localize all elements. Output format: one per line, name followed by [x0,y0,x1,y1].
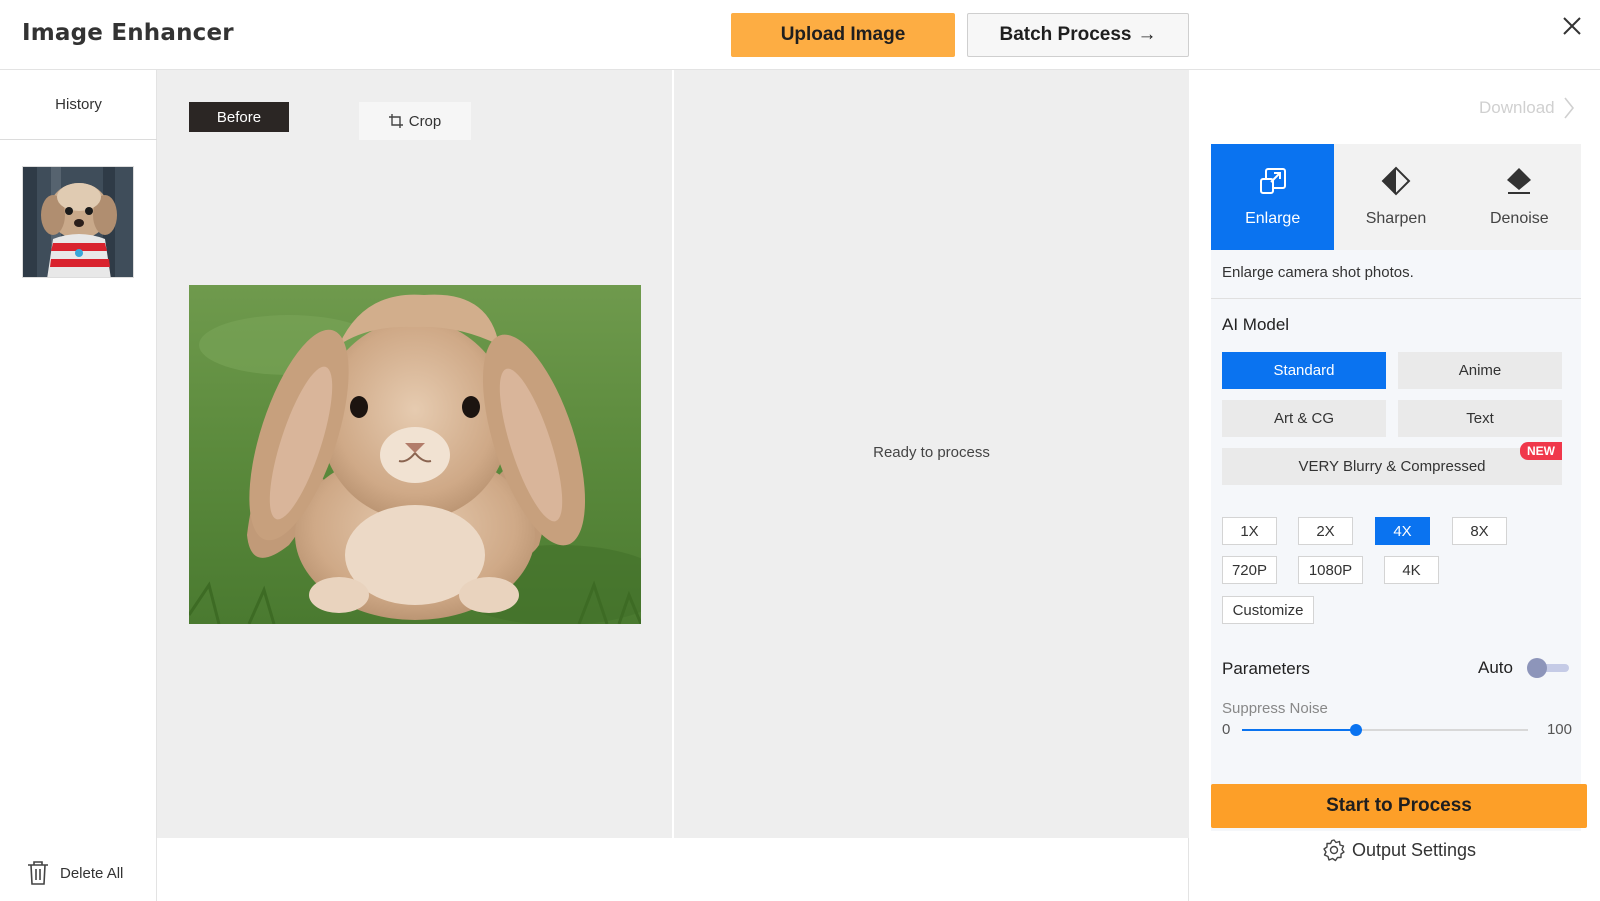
scale-4k-button[interactable]: 4K [1384,556,1439,584]
crop-button[interactable]: Crop [359,102,471,140]
header-bar: Image Enhancer Upload Image Batch Proces… [0,0,1600,70]
slider-handle[interactable] [1350,724,1363,736]
source-image [189,285,641,624]
slider-min-label: 0 [1222,721,1231,738]
auto-toggle-row: Auto [1478,658,1569,678]
chevron-right-icon [1563,97,1574,119]
auto-label: Auto [1478,658,1513,677]
gear-icon [1323,839,1345,862]
before-label: Before [189,102,289,132]
scale-720p-button[interactable]: 720P [1222,556,1277,584]
tab-sharpen[interactable]: Sharpen [1334,144,1457,250]
start-process-button[interactable]: Start to Process [1211,784,1587,828]
settings-panel: Download Enlarge Sharpen Denoise Enlarge… [1189,70,1600,901]
scale-2x-button[interactable]: 2X [1298,517,1353,545]
model-anime-button[interactable]: Anime [1398,352,1562,389]
ready-status: Ready to process [873,444,990,461]
dog-thumbnail-image [23,167,133,277]
app-window: Image Enhancer Upload Image Batch Proces… [0,0,1600,901]
before-preview-pane: Before Crop [157,70,672,838]
slider-fill [1242,729,1357,731]
divider [1211,298,1581,299]
model-art-cg-button[interactable]: Art & CG [1222,400,1386,437]
canvas-footer [157,838,1189,901]
tab-denoise[interactable]: Denoise [1458,144,1581,250]
batch-process-button[interactable]: Batch Process → [967,13,1189,57]
history-sidebar: History Delete All [0,70,157,901]
denoise-icon [1507,168,1532,194]
new-badge: NEW [1520,442,1562,460]
after-preview-pane: Ready to process [674,70,1189,838]
slider-track[interactable] [1242,724,1528,736]
delete-all-label: Delete All [60,864,124,882]
scale-1080p-button[interactable]: 1080P [1298,556,1363,584]
scale-4x-button[interactable]: 4X [1375,517,1430,545]
ai-model-label: AI Model [1222,315,1290,334]
tab-enlarge-label: Enlarge [1245,210,1301,227]
enlarge-icon [1259,168,1286,194]
model-very-blurry-button[interactable]: VERY Blurry & Compressed NEW [1222,442,1562,485]
output-settings-button[interactable]: Output Settings [1189,828,1600,872]
slider-max-label: 100 [1546,721,1572,738]
scale-8x-button[interactable]: 8X [1452,517,1507,545]
scale-1x-button[interactable]: 1X [1222,517,1277,545]
auto-toggle[interactable] [1527,658,1569,678]
sharpen-icon [1381,166,1411,196]
trash-icon [28,861,48,885]
model-standard-button[interactable]: Standard [1222,352,1386,389]
rabbit-image [189,285,641,624]
model-text-button[interactable]: Text [1398,400,1562,437]
output-settings-label: Output Settings [1351,839,1477,860]
app-title: Image Enhancer [22,20,234,46]
history-tab[interactable]: History [0,70,157,140]
toggle-knob [1527,658,1547,678]
crop-icon [388,114,403,128]
download-label: Download [1479,98,1555,117]
arrow-right-icon: → [1137,24,1157,45]
suppress-noise-slider: 0 100 [1222,718,1572,742]
close-icon[interactable] [1560,14,1584,38]
delete-all-button[interactable]: Delete All [26,860,123,886]
history-thumbnail[interactable] [22,166,134,278]
mode-tabs: Enlarge Sharpen Denoise [1211,144,1581,250]
mode-description: Enlarge camera shot photos. [1222,264,1414,281]
model-very-blurry-label: VERY Blurry & Compressed [1298,458,1486,475]
crop-label: Crop [408,112,442,130]
enlarge-settings: Enlarge camera shot photos. AI Model Sta… [1211,250,1581,831]
tab-sharpen-label: Sharpen [1365,210,1427,227]
suppress-noise-label: Suppress Noise [1222,700,1328,717]
upload-image-button[interactable]: Upload Image [731,13,955,57]
parameters-label: Parameters [1222,659,1310,678]
customize-button[interactable]: Customize [1222,596,1314,624]
batch-process-label: Batch Process [999,24,1132,45]
download-button[interactable]: Download [1479,96,1575,120]
tab-denoise-label: Denoise [1489,210,1549,227]
tab-enlarge[interactable]: Enlarge [1211,144,1335,250]
